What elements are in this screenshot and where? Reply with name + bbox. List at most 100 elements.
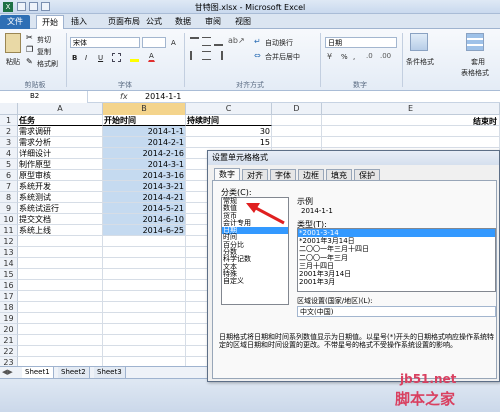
row-header[interactable]: 20 [0, 324, 18, 335]
cell-e[interactable] [322, 126, 500, 137]
orientation-icon[interactable]: ab↗ [228, 36, 245, 45]
row-header[interactable]: 3 [0, 137, 18, 148]
copy-button[interactable]: 复制 [36, 46, 52, 58]
tab-insert[interactable]: 插入 [68, 15, 90, 29]
align-bottom-icon[interactable] [214, 37, 223, 46]
type-item[interactable]: 2001年3月14日 [298, 270, 495, 278]
align-middle-icon[interactable] [202, 37, 211, 46]
cell-a[interactable] [18, 291, 103, 302]
fx-icon[interactable]: fx [120, 92, 128, 101]
cell-b[interactable] [103, 302, 186, 313]
type-item[interactable]: 三月十四日 [298, 262, 495, 270]
align-top-icon[interactable] [190, 37, 199, 46]
row-header[interactable]: 13 [0, 247, 18, 258]
row-header[interactable]: 22 [0, 346, 18, 357]
dialog-tab-border[interactable]: 边框 [298, 169, 324, 180]
row-header[interactable]: 21 [0, 335, 18, 346]
cell-e[interactable] [322, 137, 500, 148]
column-header-d[interactable]: D [272, 103, 322, 115]
row-header[interactable]: 6 [0, 170, 18, 181]
currency-icon[interactable]: ¥ [327, 52, 332, 61]
row-header[interactable]: 11 [0, 225, 18, 236]
paste-button[interactable]: 粘贴 [5, 56, 21, 68]
row-header[interactable]: 7 [0, 181, 18, 192]
row-header[interactable]: 16 [0, 280, 18, 291]
tab-data[interactable]: 数据 [172, 15, 194, 29]
name-box[interactable]: B2 [0, 91, 88, 103]
font-grow-button[interactable]: A [170, 38, 177, 48]
cell-a[interactable]: 系统上线 [18, 225, 103, 236]
cell-a[interactable]: 系统开发 [18, 181, 103, 192]
cell-c[interactable]: 持续时间 [186, 115, 272, 126]
tab-home[interactable]: 开始 [36, 15, 64, 29]
cell-b[interactable] [103, 324, 186, 335]
cell-b[interactable]: 2014-4-21 [103, 192, 186, 203]
borders-icon[interactable] [112, 53, 121, 62]
cell-b[interactable]: 2014-6-25 [103, 225, 186, 236]
cell-a[interactable] [18, 258, 103, 269]
row-header[interactable]: 17 [0, 291, 18, 302]
sheet-nav-icon[interactable]: ◀▶ [2, 368, 13, 376]
cell-b[interactable]: 2014-3-16 [103, 170, 186, 181]
cell-a[interactable]: 需求分析 [18, 137, 103, 148]
cell-a[interactable] [18, 346, 103, 357]
tab-review[interactable]: 审阅 [202, 15, 224, 29]
fill-color-icon[interactable] [130, 53, 139, 62]
cell-a[interactable] [18, 247, 103, 258]
cell-b[interactable] [103, 236, 186, 247]
conditional-format-button[interactable]: 条件格式 [405, 56, 435, 68]
dialog-tab-alignment[interactable]: 对齐 [242, 169, 268, 180]
tab-file[interactable]: 文件 [0, 15, 30, 29]
column-header-c[interactable]: C [186, 103, 272, 115]
cell-b[interactable] [103, 269, 186, 280]
row-header[interactable]: 9 [0, 203, 18, 214]
table-format-button[interactable]: 表格格式 [460, 67, 490, 79]
cell-b[interactable] [103, 335, 186, 346]
row-header[interactable]: 8 [0, 192, 18, 203]
format-painter-button[interactable]: 格式刷 [36, 58, 59, 70]
cell-a[interactable] [18, 313, 103, 324]
cell-b[interactable] [103, 346, 186, 357]
align-center-icon[interactable] [202, 51, 211, 60]
type-item[interactable]: 2001年3月 [298, 278, 495, 286]
cell-a[interactable]: 制作原型 [18, 159, 103, 170]
cell-a[interactable]: 详细设计 [18, 148, 103, 159]
cell-b[interactable]: 2014-2-1 [103, 137, 186, 148]
column-header-b[interactable]: B [103, 103, 186, 115]
row-header[interactable]: 18 [0, 302, 18, 313]
cell-a[interactable] [18, 236, 103, 247]
dialog-tab-protection[interactable]: 保护 [354, 169, 380, 180]
tab-view[interactable]: 视图 [232, 15, 254, 29]
row-header[interactable]: 1 [0, 115, 18, 126]
formula-input[interactable]: 2014-1-1 [145, 92, 181, 101]
cell-a[interactable] [18, 324, 103, 335]
comma-button[interactable]: , [352, 52, 356, 62]
cut-button[interactable]: 剪切 [36, 34, 52, 46]
cell-b[interactable]: 2014-1-1 [103, 126, 186, 137]
type-item[interactable]: *2001-3-14 [298, 229, 495, 238]
dialog-tab-fill[interactable]: 填充 [326, 169, 352, 180]
sheet-tab-2[interactable]: Sheet2 [58, 367, 90, 378]
cell-b[interactable]: 2014-3-1 [103, 159, 186, 170]
cell-b[interactable] [103, 258, 186, 269]
cell-b[interactable] [103, 313, 186, 324]
cell-a[interactable]: 原型审核 [18, 170, 103, 181]
dialog-tab-font[interactable]: 字体 [270, 169, 296, 180]
font-color-button[interactable]: A [148, 51, 155, 62]
locale-select[interactable]: 中文(中国) [297, 306, 496, 317]
cell-a[interactable] [18, 335, 103, 346]
wrap-text-button[interactable]: 自动换行 [264, 37, 294, 49]
row-header[interactable]: 12 [0, 236, 18, 247]
tab-formulas[interactable]: 公式 [143, 15, 165, 29]
sheet-tab-1[interactable]: Sheet1 [22, 367, 54, 378]
type-item[interactable]: 二〇〇一年三月十四日 [298, 245, 495, 253]
column-header-a[interactable]: A [18, 103, 103, 115]
align-left-icon[interactable] [190, 51, 199, 60]
cell-a[interactable]: 系统测试 [18, 192, 103, 203]
font-name-select[interactable]: 宋体 [70, 37, 140, 48]
row-header[interactable]: 5 [0, 159, 18, 170]
cell-b[interactable]: 2014-5-21 [103, 203, 186, 214]
select-all-corner[interactable] [0, 103, 18, 115]
number-format-select[interactable]: 日期 [325, 37, 397, 48]
underline-button[interactable]: U [97, 53, 104, 63]
